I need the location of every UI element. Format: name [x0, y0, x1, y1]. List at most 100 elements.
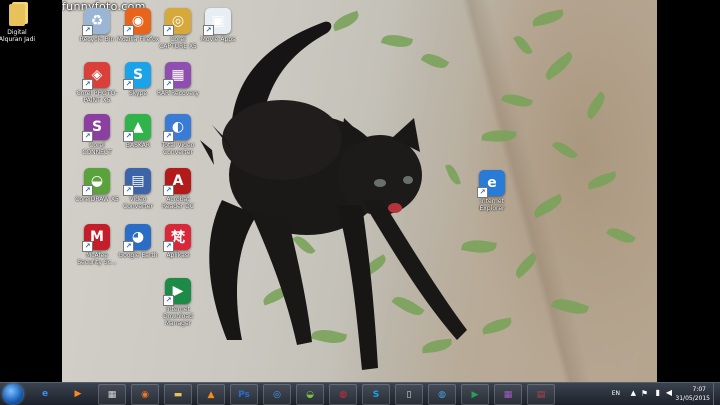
acrobat-reader-icon: A ↗ — [163, 168, 191, 196]
shortcut-arrow-icon: ↗ — [123, 79, 134, 90]
shortcut-arrow-icon: ↗ — [82, 131, 93, 142]
taskbar: e ▶ ▦ ◉ ▬ ▲ Ps ◎ ◒ ◍ S ▯ ◍ ▶ ▦ ▤ EN ▲ ⚑ ▮ ◀ 7:07 31/05/… — [0, 382, 720, 405]
desktop-icon-label: Internet Download Manager — [163, 306, 193, 327]
taskbar-coreldraw-button[interactable]: ◒ — [296, 384, 324, 405]
desktop-icon-app[interactable]: 梵 ↗ Aplikasi — [156, 224, 200, 259]
idm-icon: ▶ ↗ — [163, 278, 191, 306]
volume-icon[interactable]: ◀ — [666, 388, 672, 397]
desktop-icon-label: Movie Apps — [200, 36, 236, 43]
shortcut-arrow-icon: ↗ — [123, 185, 134, 196]
rar-icon: ▦ — [503, 389, 513, 400]
desktop-icon-corel-connect[interactable]: S ↗ Corel CONNECT — [75, 114, 119, 156]
start-button[interactable] — [3, 384, 23, 404]
taskbar-idm-button[interactable]: ▶ — [461, 384, 489, 405]
internet-explorer-icon: e ↗ — [477, 170, 505, 198]
taskbar-network-globe-button[interactable]: ◍ — [428, 384, 456, 405]
photoshop-icon: Ps — [238, 389, 250, 400]
language-indicator[interactable]: EN — [612, 390, 620, 397]
desktop-icon-acrobat-reader[interactable]: A ↗ Acrobat Reader DC — [156, 168, 200, 210]
taskbar-rar-button[interactable]: ▦ — [494, 384, 522, 405]
desktop-icon-label: Mozilla Firefox — [116, 36, 160, 43]
firefox-icon: ◉ — [141, 389, 149, 400]
desktop-icon-coreldraw[interactable]: ◒ ↗ CorelDRAW X5 — [75, 168, 119, 203]
taskbar-vlc-button[interactable]: ▲ — [197, 384, 225, 405]
desktop-icon-idm[interactable]: ▶ ↗ Internet Download Manager — [156, 278, 200, 327]
desktop-icon-mcafee[interactable]: M ↗ McAfee Security Sc... — [75, 224, 119, 266]
show-desktop-button[interactable] — [713, 383, 720, 405]
folder-label: Digital Alquran Jadi — [0, 29, 36, 43]
taskbar-phone-button[interactable]: ▯ — [395, 384, 423, 405]
desktop-icon-corel-photopaint[interactable]: ◈ ↗ Corel PHOTO-PAINT X5 — [75, 62, 119, 104]
firefox-icon: ◉ ↗ — [123, 8, 151, 36]
shortcut-arrow-icon: ↗ — [123, 25, 134, 36]
mcafee-icon: M ↗ — [82, 224, 110, 252]
desktop-icon-label: Corel CONNECT — [82, 142, 112, 156]
desktop-icon-internet-explorer[interactable]: e ↗ Internet Explorer — [470, 170, 514, 212]
desktop-icon-basketball[interactable]: ▲ ↗ BASKAR — [116, 114, 160, 149]
desktop-icon-label: Total Video Converter — [161, 142, 195, 156]
coreldraw-icon: ◒ ↗ — [82, 168, 110, 196]
shortcut-arrow-icon: ↗ — [123, 241, 134, 252]
winrar-icon: ▤ — [536, 389, 546, 400]
taskbar-chrome-button[interactable]: ◎ — [263, 384, 291, 405]
movie-apps-icon: ▣ ↗ — [203, 8, 231, 36]
corel-connect-icon: S ↗ — [82, 114, 110, 142]
clock-time[interactable]: 7:07 — [693, 386, 706, 393]
taskbar-folder-button[interactable]: ▬ — [164, 384, 192, 405]
vlc-icon: ▲ — [207, 389, 215, 400]
network-icon[interactable]: ▮ — [656, 388, 660, 397]
desktop-icon-label: Google Earth — [118, 252, 158, 259]
desktop-icon-rar-recovery[interactable]: ▦ ↗ RAR Recovery — [156, 62, 200, 97]
taskbar-calendar-button[interactable]: ▦ — [98, 384, 126, 405]
app-icon: 梵 ↗ — [163, 224, 191, 252]
desktop-icon-label: Skype — [128, 90, 148, 97]
taskbar-skype-button[interactable]: S — [362, 384, 390, 405]
chrome-icon: ◎ — [273, 389, 281, 400]
taskbar-photoshop-button[interactable]: Ps — [230, 384, 258, 405]
skype-icon: S — [372, 389, 380, 400]
desktop-icon-google-earth[interactable]: ◕ ↗ Google Earth — [116, 224, 160, 259]
desktop-icon-skype[interactable]: S ↗ Skype — [116, 62, 160, 97]
google-earth-icon: ◕ ↗ — [123, 224, 151, 252]
app-icon: ◍ — [339, 389, 347, 400]
shortcut-arrow-icon: ↗ — [477, 187, 488, 198]
phone-icon: ▯ — [406, 389, 412, 400]
action-center-icon[interactable]: ⚑ — [641, 389, 648, 398]
coreldraw-icon: ◒ — [306, 389, 314, 400]
desktop-icon-label: BASKAR — [125, 142, 151, 149]
corel-capture-icon: ◎ ↗ — [163, 8, 191, 36]
network-globe-icon: ◍ — [438, 389, 446, 400]
desktop-icon-corel-capture[interactable]: ◎ ↗ Corel CAPTURE X5 — [156, 8, 200, 50]
media-player-icon: ▶ — [74, 388, 82, 399]
desktop-icon-label: Acrobat Reader DC — [162, 196, 194, 210]
tray-arrow-icon[interactable]: ▲ — [631, 389, 636, 397]
desktop-icon-film-converter[interactable]: ▤ ↗ Video Converter — [116, 168, 160, 210]
desktop-icon-video-converter[interactable]: ◐ ↗ Total Video Converter — [156, 114, 200, 156]
desktop-icon-recycle-bin[interactable]: ♻ ↗ Recycle Bin — [75, 8, 119, 43]
folder-shortcut[interactable]: Digital Alquran Jadi — [0, 4, 35, 43]
idm-icon: ▶ — [471, 389, 479, 400]
desktop-icon-label: Internet Explorer — [479, 198, 505, 212]
taskbar-media-player-button[interactable]: ▶ — [65, 384, 91, 403]
calendar-icon: ▦ — [107, 389, 117, 400]
desktop-icon-label: Aplikasi — [166, 252, 190, 259]
taskbar-winrar-button[interactable]: ▤ — [527, 384, 555, 405]
shortcut-arrow-icon: ↗ — [163, 241, 174, 252]
shortcut-arrow-icon: ↗ — [123, 131, 134, 142]
clock-date[interactable]: 31/05/2015 — [675, 395, 710, 402]
taskbar-internet-explorer-button[interactable]: e — [32, 384, 58, 403]
folder-icon — [9, 4, 25, 26]
desktop-icon-firefox[interactable]: ◉ ↗ Mozilla Firefox — [116, 8, 160, 43]
folder-icon: ▬ — [173, 389, 183, 400]
desktop-icon-label: Corel PHOTO-PAINT X5 — [76, 90, 118, 104]
recycle-bin-icon: ♻ ↗ — [82, 8, 110, 36]
basketball-icon: ▲ ↗ — [123, 114, 151, 142]
shortcut-arrow-icon: ↗ — [163, 185, 174, 196]
shortcut-arrow-icon: ↗ — [163, 131, 174, 142]
corel-photopaint-icon: ◈ ↗ — [82, 62, 110, 90]
desktop-icon-label: McAfee Security Sc... — [77, 252, 117, 266]
taskbar-app-button[interactable]: ◍ — [329, 384, 357, 405]
desktop-icon-label: Recycle Bin — [79, 36, 115, 43]
taskbar-firefox-button[interactable]: ◉ — [131, 384, 159, 405]
desktop-icon-movie-apps[interactable]: ▣ ↗ Movie Apps — [196, 8, 240, 43]
